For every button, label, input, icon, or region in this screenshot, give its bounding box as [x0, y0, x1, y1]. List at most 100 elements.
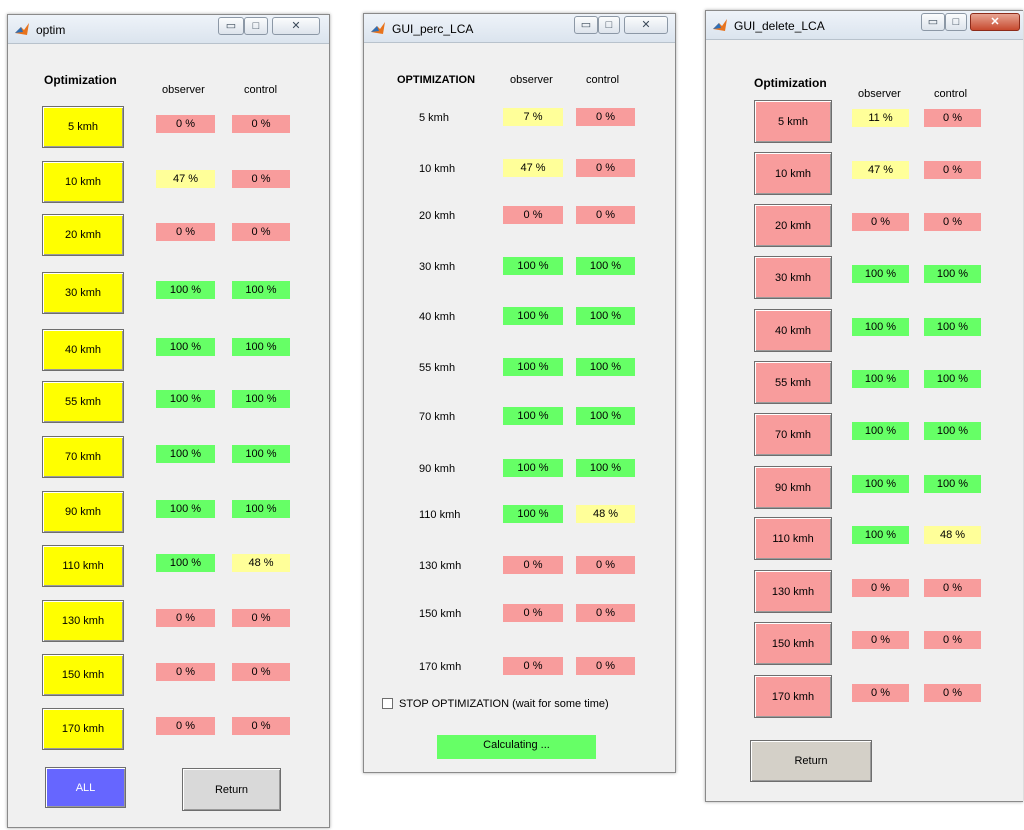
control-percent-cell: 0 % [924, 579, 981, 597]
control-percent-cell: 100 % [924, 475, 981, 493]
observer-heading: observer [162, 84, 205, 96]
speed-label: 90 kmh [419, 463, 456, 475]
speed-label: 170 kmh [419, 661, 462, 673]
matlab-icon [713, 19, 727, 31]
speed-button[interactable]: 10 kmh [42, 161, 124, 203]
control-percent-cell: 0 % [232, 115, 290, 133]
speed-button[interactable]: 40 kmh [754, 309, 832, 352]
control-percent-cell: 0 % [924, 213, 981, 231]
speed-label: 20 kmh [419, 210, 456, 222]
panel-heading: OPTIMIZATION [397, 74, 476, 86]
window-title: GUI_delete_LCA [734, 19, 825, 33]
control-percent-cell: 0 % [576, 604, 635, 622]
speed-button[interactable]: 20 kmh [42, 214, 124, 256]
observer-percent-cell: 100 % [156, 445, 215, 463]
all-button[interactable]: ALL [45, 767, 126, 808]
return-button[interactable]: Return [750, 740, 872, 782]
close-icon[interactable]: ✕ [272, 17, 320, 35]
speed-button[interactable]: 5 kmh [754, 100, 832, 143]
control-percent-cell: 100 % [924, 422, 981, 440]
close-icon[interactable]: ✕ [970, 13, 1020, 31]
control-heading: control [244, 84, 278, 96]
matlab-icon [15, 23, 29, 35]
stop-optimization-checkbox[interactable] [382, 698, 393, 709]
observer-percent-cell: 47 % [852, 161, 909, 179]
stop-optimization-label: STOP OPTIMIZATION (wait for some time) [399, 698, 609, 710]
control-percent-cell: 0 % [576, 206, 635, 224]
speed-button[interactable]: 70 kmh [42, 436, 124, 478]
speed-button[interactable]: 20 kmh [754, 204, 832, 247]
title-bar[interactable]: GUI_perc_LCA ▭ □ ✕ [364, 14, 675, 43]
observer-percent-cell: 100 % [503, 407, 563, 425]
control-percent-cell: 0 % [924, 161, 981, 179]
speed-label: 5 kmh [419, 112, 449, 124]
observer-percent-cell: 100 % [503, 307, 563, 325]
speed-button[interactable]: 55 kmh [42, 381, 124, 423]
speed-button[interactable]: 70 kmh [754, 413, 832, 456]
control-percent-cell: 0 % [232, 223, 290, 241]
speed-label: 10 kmh [419, 163, 456, 175]
speed-button[interactable]: 30 kmh [42, 272, 124, 314]
observer-percent-cell: 100 % [156, 281, 215, 299]
observer-percent-cell: 100 % [852, 370, 909, 388]
observer-heading: observer [510, 74, 553, 86]
observer-percent-cell: 100 % [852, 318, 909, 336]
maximize-icon[interactable]: □ [244, 17, 268, 35]
minimize-icon[interactable]: ▭ [921, 13, 945, 31]
minimize-icon[interactable]: ▭ [574, 16, 598, 34]
speed-button[interactable]: 40 kmh [42, 329, 124, 371]
speed-button[interactable]: 150 kmh [754, 622, 832, 665]
control-percent-cell: 100 % [232, 338, 290, 356]
speed-button[interactable]: 150 kmh [42, 654, 124, 696]
status-indicator: Calculating ... [437, 735, 596, 759]
speed-button[interactable]: 110 kmh [754, 517, 832, 560]
control-percent-cell: 0 % [576, 108, 635, 126]
control-percent-cell: 100 % [232, 390, 290, 408]
gui-perc-lca-window: GUI_perc_LCA ▭ □ ✕ OPTIMIZATION observer… [363, 13, 676, 773]
title-bar[interactable]: GUI_delete_LCA ▭ □ ✕ [706, 11, 1023, 40]
maximize-icon[interactable]: □ [945, 13, 967, 31]
speed-label: 130 kmh [419, 560, 462, 572]
observer-percent-cell: 0 % [852, 213, 909, 231]
control-percent-cell: 0 % [924, 631, 981, 649]
observer-percent-cell: 100 % [156, 338, 215, 356]
observer-percent-cell: 100 % [503, 358, 563, 376]
observer-percent-cell: 100 % [156, 500, 215, 518]
title-bar[interactable]: optim ▭ □ ✕ [8, 15, 329, 44]
control-heading: control [586, 74, 620, 86]
minimize-icon[interactable]: ▭ [218, 17, 244, 35]
observer-percent-cell: 11 % [852, 109, 909, 127]
speed-button[interactable]: 130 kmh [754, 570, 832, 613]
observer-percent-cell: 100 % [503, 459, 563, 477]
control-percent-cell: 100 % [924, 265, 981, 283]
panel-heading: Optimization [754, 76, 827, 90]
speed-button[interactable]: 170 kmh [754, 675, 832, 718]
control-percent-cell: 0 % [924, 684, 981, 702]
observer-percent-cell: 47 % [503, 159, 563, 177]
observer-percent-cell: 0 % [156, 223, 215, 241]
maximize-icon[interactable]: □ [598, 16, 620, 34]
speed-button[interactable]: 170 kmh [42, 708, 124, 750]
speed-button[interactable]: 5 kmh [42, 106, 124, 148]
speed-button[interactable]: 10 kmh [754, 152, 832, 195]
close-icon[interactable]: ✕ [624, 16, 668, 34]
speed-button[interactable]: 30 kmh [754, 256, 832, 299]
speed-button[interactable]: 55 kmh [754, 361, 832, 404]
speed-label: 70 kmh [419, 411, 456, 423]
speed-button[interactable]: 90 kmh [754, 466, 832, 509]
speed-button[interactable]: 90 kmh [42, 491, 124, 533]
observer-percent-cell: 0 % [852, 631, 909, 649]
speed-button[interactable]: 110 kmh [42, 545, 124, 587]
control-percent-cell: 100 % [232, 445, 290, 463]
control-heading: control [934, 88, 968, 100]
observer-percent-cell: 0 % [852, 684, 909, 702]
speed-button[interactable]: 130 kmh [42, 600, 124, 642]
observer-percent-cell: 0 % [503, 657, 563, 675]
control-percent-cell: 0 % [232, 717, 290, 735]
return-button[interactable]: Return [182, 768, 281, 811]
panel-heading: Optimization [44, 73, 117, 87]
control-percent-cell: 0 % [924, 109, 981, 127]
observer-percent-cell: 100 % [156, 554, 215, 572]
optim-window: optim ▭ □ ✕ Optimization observer contro… [7, 14, 330, 828]
control-percent-cell: 100 % [576, 358, 635, 376]
